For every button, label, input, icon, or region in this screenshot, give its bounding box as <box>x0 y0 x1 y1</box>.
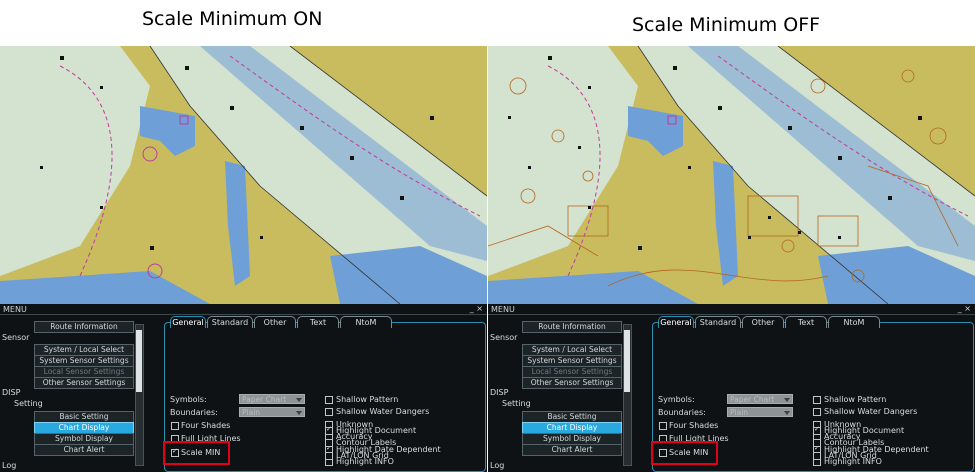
tab-standard[interactable]: Standard <box>207 316 253 328</box>
checkbox-lat-lon-grid[interactable] <box>325 452 333 460</box>
tab-ntom[interactable]: NtoM <box>340 316 392 328</box>
tab-general[interactable]: General <box>658 316 694 328</box>
chart-alert-button[interactable]: Chart Alert <box>34 444 134 456</box>
menu-title: MENU <box>3 305 27 314</box>
shallow-pattern-label: Shallow Pattern <box>336 395 399 404</box>
tree-sensor[interactable]: Sensor <box>2 333 29 342</box>
checkbox-lat-lon-grid[interactable] <box>813 452 821 460</box>
highlight-box <box>163 441 230 465</box>
contour-labels-label: Contour Labels <box>824 438 885 447</box>
checkbox-contour-labels[interactable] <box>325 439 333 447</box>
shallow-water-dangers-label: Shallow Water Dangers <box>336 407 430 416</box>
tab-other[interactable]: Other <box>254 316 296 328</box>
tree-setting[interactable]: Setting <box>502 399 531 408</box>
chevron-down-icon <box>784 411 790 415</box>
lat-lon-grid-label: LAT/LON Grid <box>824 451 877 460</box>
tree-log[interactable]: Log <box>2 461 16 470</box>
tree-sensor[interactable]: Sensor <box>490 333 517 342</box>
chevron-down-icon <box>296 411 302 415</box>
heading-scale-min-off: Scale Minimum OFF <box>632 14 821 36</box>
symbols-value: Paper Chart <box>242 395 287 404</box>
menu-titlebar <box>0 304 487 315</box>
four-shades-label: Four Shades <box>669 421 719 430</box>
highlight-document-label: Highlight Document <box>824 426 905 435</box>
checkbox-shallow-water-dangers[interactable] <box>813 408 821 416</box>
checkbox-shallow-pattern[interactable] <box>813 396 821 404</box>
boundaries-label: Boundaries: <box>658 408 706 417</box>
nautical-chart-map[interactable] <box>0 46 487 304</box>
ecdis-panel-scale-min-on: MENU _ × Route Information Sensor System… <box>0 46 487 472</box>
checkbox-highlight-document[interactable] <box>325 425 333 435</box>
window-controls[interactable]: _ × <box>958 304 971 313</box>
four-shades-label: Four Shades <box>181 421 231 430</box>
tree-disp[interactable]: DISP <box>490 388 508 397</box>
highlight-box <box>651 441 718 465</box>
checkbox-highlight-document[interactable] <box>813 425 821 435</box>
other-sensor-settings-button[interactable]: Other Sensor Settings <box>522 377 622 389</box>
tree-log[interactable]: Log <box>490 461 504 470</box>
checkbox-contour-labels[interactable] <box>813 439 821 447</box>
boundaries-value: Plain <box>242 408 261 417</box>
chart-alert-button[interactable]: Chart Alert <box>522 444 622 456</box>
menu-title: MENU <box>491 305 515 314</box>
chevron-down-icon <box>784 398 790 402</box>
boundaries-select[interactable]: Plain <box>727 407 793 417</box>
shallow-pattern-label: Shallow Pattern <box>824 395 887 404</box>
boundaries-label: Boundaries: <box>170 408 218 417</box>
heading-scale-min-on: Scale Minimum ON <box>142 8 323 30</box>
tree-scrollbar-thumb[interactable] <box>624 330 630 392</box>
menu-window: MENU _ × Route Information Sensor System… <box>0 304 487 472</box>
route-information-button[interactable]: Route Information <box>522 321 622 333</box>
route-information-button[interactable]: Route Information <box>34 321 134 333</box>
window-controls[interactable]: _ × <box>470 304 483 313</box>
checkbox-shallow-pattern[interactable] <box>325 396 333 404</box>
symbols-select[interactable]: Paper Chart <box>239 394 305 404</box>
menu-window: MENU _ × Route Information Sensor System… <box>488 304 975 472</box>
checkbox-four-shades[interactable] <box>171 422 179 430</box>
menu-tree: Route Information Sensor System / Local … <box>488 316 633 470</box>
shallow-water-dangers-label: Shallow Water Dangers <box>824 407 918 416</box>
symbols-select[interactable]: Paper Chart <box>727 394 793 404</box>
menu-tree: Route Information Sensor System / Local … <box>0 316 145 470</box>
ecdis-panel-scale-min-off: MENU _ × Route Information Sensor System… <box>488 46 975 472</box>
tab-text[interactable]: Text <box>785 316 827 328</box>
symbols-label: Symbols: <box>170 395 207 404</box>
nautical-chart-map[interactable] <box>488 46 975 304</box>
symbols-label: Symbols: <box>658 395 695 404</box>
checkbox-four-shades[interactable] <box>659 422 667 430</box>
boundaries-value: Plain <box>730 408 749 417</box>
symbols-value: Paper Chart <box>730 395 775 404</box>
boundaries-select[interactable]: Plain <box>239 407 305 417</box>
highlight-document-label: Highlight Document <box>336 426 417 435</box>
other-sensor-settings-button[interactable]: Other Sensor Settings <box>34 377 134 389</box>
tab-standard[interactable]: Standard <box>695 316 741 328</box>
lat-lon-grid-label: LAT/LON Grid <box>336 451 389 460</box>
chevron-down-icon <box>296 398 302 402</box>
tab-general[interactable]: General <box>170 316 206 328</box>
tab-text[interactable]: Text <box>297 316 339 328</box>
tab-ntom[interactable]: NtoM <box>828 316 880 328</box>
tree-setting[interactable]: Setting <box>14 399 43 408</box>
tree-scrollbar-thumb[interactable] <box>136 330 142 392</box>
checkbox-shallow-water-dangers[interactable] <box>325 408 333 416</box>
tab-other[interactable]: Other <box>742 316 784 328</box>
menu-titlebar <box>488 304 975 315</box>
tree-disp[interactable]: DISP <box>2 388 20 397</box>
contour-labels-label: Contour Labels <box>336 438 397 447</box>
